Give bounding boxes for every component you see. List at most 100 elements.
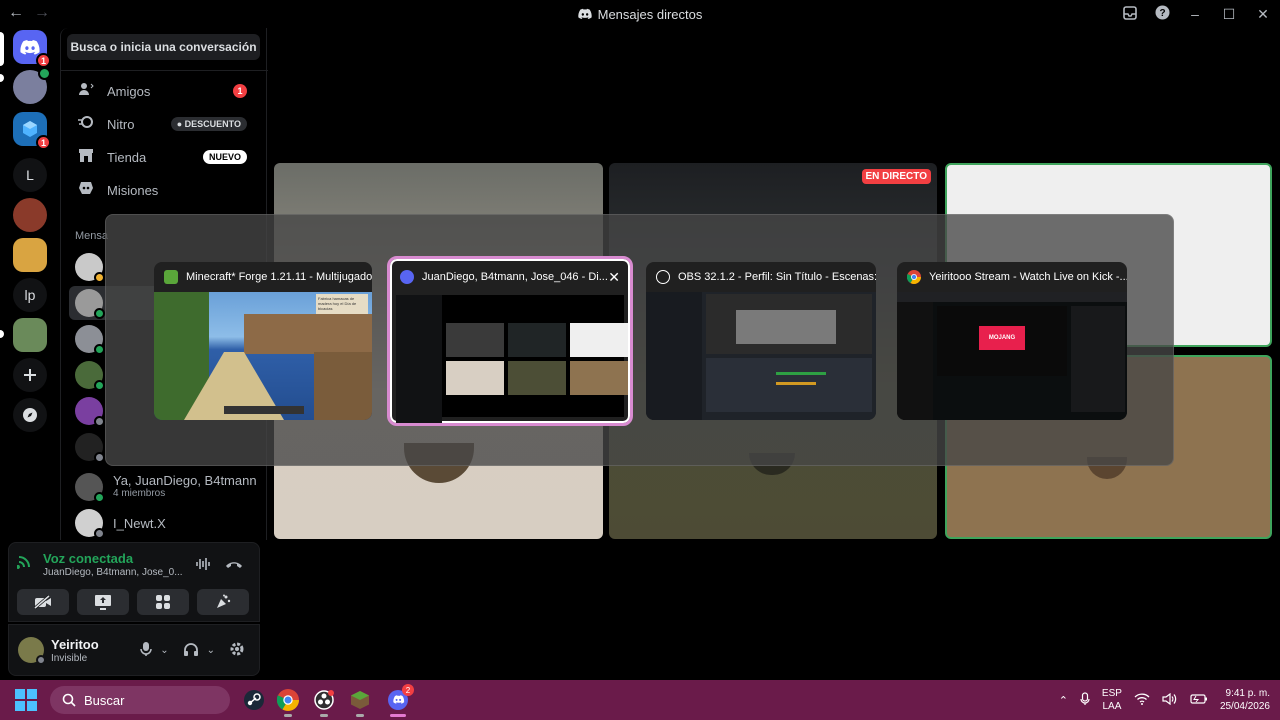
signal-icon[interactable]	[16, 553, 35, 571]
microphone-icon[interactable]	[140, 641, 152, 660]
plus-icon	[24, 369, 36, 381]
friends-badge: 1	[233, 84, 247, 98]
activities-button[interactable]	[137, 589, 189, 615]
taskbar-discord[interactable]: 2	[384, 684, 414, 717]
search-label: Buscar	[84, 692, 125, 708]
nav-nitro[interactable]: Nitro ● DESCUENTO	[69, 109, 259, 139]
disconnect-icon[interactable]	[225, 557, 243, 574]
nav-label: Nitro	[107, 116, 135, 132]
inbox-icon[interactable]	[1114, 5, 1146, 23]
unread-pill	[0, 74, 4, 82]
thumb-sidebar	[396, 295, 442, 423]
user-avatar[interactable]	[18, 637, 46, 665]
search-icon	[62, 693, 76, 707]
minimize-button[interactable]: –	[1178, 6, 1212, 22]
minecraft-icon	[351, 691, 369, 709]
volume-icon[interactable]	[1162, 692, 1178, 708]
avatar	[75, 509, 105, 539]
nav-friends[interactable]: Amigos 1	[69, 76, 259, 106]
chevron-up-icon[interactable]: ⌃	[1059, 694, 1068, 707]
close-icon[interactable]: ✕	[608, 269, 620, 286]
conversation-search[interactable]: Busca o inicia una conversación	[67, 34, 260, 60]
wifi-icon[interactable]	[1134, 692, 1150, 708]
window-thumbnail	[396, 295, 628, 423]
thumb-preview	[706, 294, 872, 354]
user-name[interactable]: Yeiritoo	[51, 637, 99, 652]
cube-icon	[23, 121, 37, 137]
window-title: Minecraft* Forge 1.21.11 - Multijugado..…	[186, 271, 372, 283]
gear-icon[interactable]	[229, 641, 245, 660]
status-indicator	[36, 655, 46, 665]
help-icon[interactable]: ?	[1146, 5, 1178, 23]
compass-icon	[23, 408, 37, 422]
window-thumbnail: Fabrica hamacas de madera hoy el Día de …	[154, 292, 372, 420]
running-indicator	[284, 714, 292, 717]
clock[interactable]: 9:41 p. m. 25/04/2026	[1220, 687, 1270, 713]
obs-icon	[656, 270, 670, 284]
home-button[interactable]: 1	[13, 30, 51, 68]
dm-item[interactable]: I_Newt.X	[69, 506, 259, 540]
language-indicator[interactable]: ESP LAA	[1102, 687, 1122, 713]
noise-suppression-icon[interactable]	[195, 557, 211, 574]
nav-label: Misiones	[107, 182, 159, 198]
user-panel: Yeiritoo Invisible ⌄ ⌄	[8, 624, 260, 676]
live-badge: EN DIRECTO	[861, 169, 931, 184]
windows-start-icon[interactable]	[14, 688, 38, 712]
screen-share-icon	[95, 595, 111, 610]
soundboard-button[interactable]	[197, 589, 249, 615]
taskbar-chrome[interactable]	[274, 686, 302, 717]
taskbar-minecraft[interactable]	[346, 686, 374, 717]
dm-group[interactable]: Ya, JuanDiego, B4tmann 4 miembros	[69, 470, 259, 504]
thumb-player: MOJANG	[937, 306, 1067, 376]
headphones-icon[interactable]	[183, 642, 199, 660]
voice-members: JuanDiego, B4tmann, Jose_0...	[43, 567, 183, 578]
chevron-down-icon[interactable]: ⌄	[160, 645, 168, 656]
server-lp[interactable]: lp	[13, 278, 47, 312]
camera-off-button[interactable]	[17, 589, 69, 615]
thumb-tile	[446, 323, 504, 357]
avatar	[75, 361, 105, 391]
player-arm	[314, 352, 372, 420]
nav-quests[interactable]: Misiones	[69, 175, 259, 205]
server-letter[interactable]: L	[13, 158, 47, 192]
discover-button[interactable]	[13, 398, 47, 432]
server-avatar-4[interactable]	[13, 238, 47, 272]
switcher-window-obs[interactable]: OBS 32.1.2 - Perfil: Sin Título - Escena…	[646, 262, 876, 420]
server-avatar-3[interactable]	[13, 198, 47, 232]
thumb-chat	[646, 292, 702, 420]
server-avatar-1[interactable]	[13, 67, 51, 104]
switcher-window-chrome[interactable]: Yeiritooo Stream - Watch Live on Kick -.…	[897, 262, 1127, 420]
notification-badge: 2	[402, 684, 414, 696]
maximize-button[interactable]: ☐	[1212, 6, 1246, 23]
voice-status[interactable]: Voz conectada	[43, 552, 188, 566]
live-indicator	[38, 67, 51, 80]
microphone-icon[interactable]	[1080, 691, 1090, 709]
activities-icon	[156, 595, 170, 609]
server-avatar-2[interactable]: 1	[13, 112, 51, 150]
nav-shop[interactable]: Tienda NUEVO	[69, 142, 259, 172]
avatar	[75, 433, 105, 463]
chevron-down-icon[interactable]: ⌄	[207, 645, 215, 656]
window-title: OBS 32.1.2 - Perfil: Sin Título - Escena…	[678, 271, 876, 283]
running-indicator	[356, 714, 364, 717]
discount-tag: ● DESCUENTO	[170, 117, 247, 131]
friends-icon	[77, 81, 95, 101]
soundboard-icon	[217, 594, 231, 608]
battery-icon[interactable]	[1190, 693, 1208, 708]
taskbar-search[interactable]: Buscar	[50, 686, 230, 714]
server-avatar-5[interactable]	[13, 318, 47, 352]
screen-share-button[interactable]	[77, 589, 129, 615]
hotbar	[224, 406, 304, 414]
unread-pill	[0, 330, 4, 338]
close-button[interactable]: ✕	[1246, 6, 1280, 23]
switcher-window-minecraft[interactable]: Minecraft* Forge 1.21.11 - Multijugado..…	[154, 262, 372, 420]
taskbar-steam[interactable]	[240, 686, 268, 714]
taskbar-obs[interactable]	[310, 686, 338, 717]
switcher-window-discord[interactable]: JuanDiego, B4tmann, Jose_046 - Di... ✕	[387, 256, 633, 426]
nav-label: Amigos	[107, 83, 151, 99]
group-avatar	[75, 473, 105, 503]
task-switcher: Minecraft* Forge 1.21.11 - Multijugado..…	[105, 214, 1174, 466]
dm-section-header: Mensa	[75, 230, 109, 242]
add-server-button[interactable]	[13, 358, 47, 392]
selected-pill	[0, 32, 4, 66]
